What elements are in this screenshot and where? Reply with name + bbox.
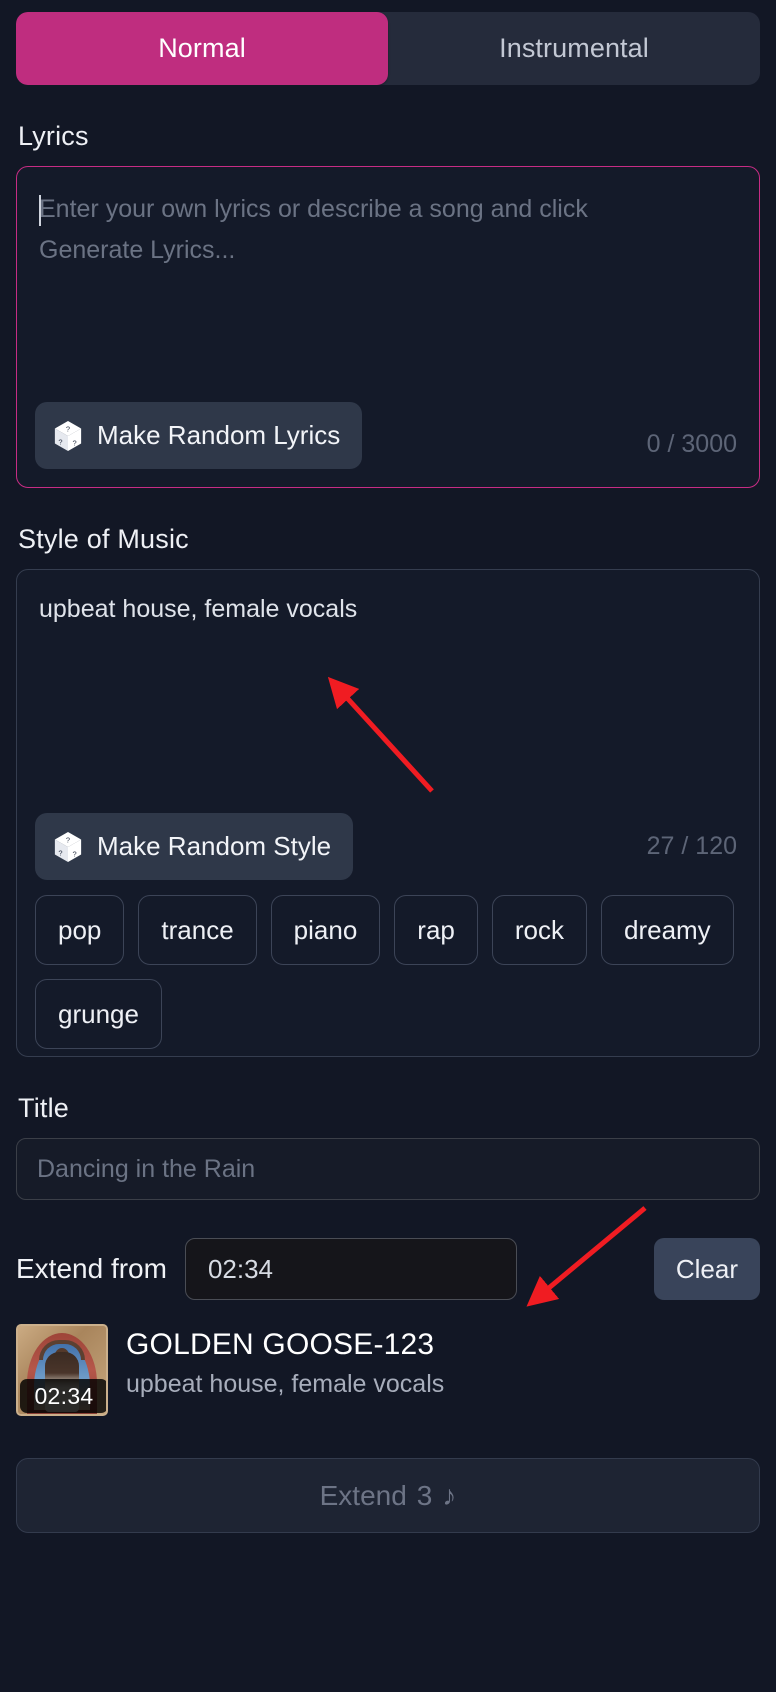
music-note-icon: ♪ bbox=[442, 1479, 457, 1511]
dice-icon: ? ? ? bbox=[53, 831, 83, 863]
tab-normal-label: Normal bbox=[158, 33, 246, 63]
style-section-label: Style of Music bbox=[18, 524, 189, 554]
style-character-counter: 27 / 120 bbox=[646, 832, 737, 860]
extend-from-row: Extend from Clear bbox=[16, 1238, 760, 1300]
mode-tabbar: Normal Instrumental bbox=[16, 12, 760, 85]
extend-submit-button[interactable]: Extend 3 ♪ bbox=[16, 1458, 760, 1533]
song-thumbnail: 02:34 bbox=[16, 1324, 108, 1416]
extend-from-time-input[interactable] bbox=[184, 1238, 517, 1300]
extend-submit-count: 3 bbox=[416, 1479, 433, 1511]
title-section-label: Title bbox=[18, 1093, 70, 1123]
make-random-style-button[interactable]: ? ? ? Make Random Style bbox=[35, 813, 354, 880]
style-tag-rock[interactable]: rock bbox=[491, 895, 587, 965]
tab-instrumental-label: Instrumental bbox=[499, 33, 649, 63]
style-of-music-field[interactable]: upbeat house, female vocals ? ? ? Make R… bbox=[16, 569, 760, 1057]
create-song-panel: Normal Instrumental Lyrics Enter your ow… bbox=[0, 12, 776, 1692]
svg-text:?: ? bbox=[72, 849, 76, 858]
song-meta: GOLDEN GOOSE-123 upbeat house, female vo… bbox=[126, 1324, 444, 1400]
style-tag-dreamy[interactable]: dreamy bbox=[600, 895, 734, 965]
song-title: GOLDEN GOOSE-123 bbox=[126, 1328, 435, 1361]
tab-instrumental[interactable]: Instrumental bbox=[388, 12, 760, 85]
svg-text:?: ? bbox=[66, 424, 70, 433]
selected-song-row[interactable]: 02:34 GOLDEN GOOSE-123 upbeat house, fem… bbox=[16, 1324, 760, 1416]
lyrics-placeholder: Enter your own lyrics or describe a song… bbox=[39, 195, 595, 264]
style-tag-piano[interactable]: piano bbox=[270, 895, 381, 965]
lyrics-character-counter: 0 / 3000 bbox=[646, 430, 737, 458]
song-duration-badge: 02:34 bbox=[20, 1379, 106, 1413]
style-tag-pop[interactable]: pop bbox=[35, 895, 125, 965]
tab-normal[interactable]: Normal bbox=[16, 12, 388, 85]
style-tag-list: pop trance piano rap rock dreamy grunge bbox=[35, 895, 741, 1049]
style-value-text: upbeat house, female vocals bbox=[39, 595, 358, 623]
lyrics-textarea[interactable]: Enter your own lyrics or describe a song… bbox=[16, 166, 760, 488]
make-random-lyrics-label: Make Random Lyrics bbox=[97, 420, 341, 450]
extend-submit-label: Extend bbox=[319, 1479, 407, 1511]
make-random-lyrics-button[interactable]: ? ? ? Make Random Lyrics bbox=[35, 402, 363, 469]
clear-button[interactable]: Clear bbox=[653, 1238, 760, 1300]
style-tag-trance[interactable]: trance bbox=[138, 895, 257, 965]
lyrics-section-label: Lyrics bbox=[18, 121, 89, 151]
svg-text:?: ? bbox=[72, 438, 76, 447]
style-controls-row: ? ? ? Make Random Style 27 / 120 bbox=[35, 813, 737, 880]
title-input[interactable] bbox=[16, 1138, 760, 1200]
style-tag-grunge[interactable]: grunge bbox=[35, 979, 162, 1049]
svg-text:?: ? bbox=[58, 437, 62, 446]
make-random-style-label: Make Random Style bbox=[97, 831, 332, 861]
song-subtitle: upbeat house, female vocals bbox=[126, 1370, 445, 1398]
svg-text:?: ? bbox=[58, 848, 62, 857]
text-caret bbox=[39, 195, 41, 226]
extend-from-label: Extend from bbox=[16, 1253, 167, 1284]
dice-icon: ? ? ? bbox=[53, 420, 83, 452]
svg-text:?: ? bbox=[66, 835, 70, 844]
style-tag-rap[interactable]: rap bbox=[394, 895, 478, 965]
